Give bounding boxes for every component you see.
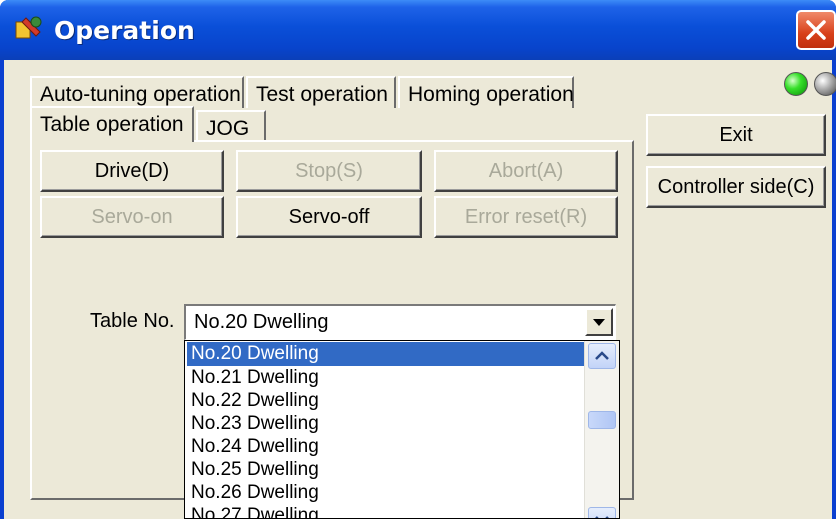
- list-item[interactable]: No.27 Dwelling: [191, 504, 581, 518]
- list-item[interactable]: No.26 Dwelling: [191, 481, 581, 505]
- tab-table-operation[interactable]: Table operation: [30, 106, 194, 142]
- tab-label: Homing operation: [408, 83, 574, 106]
- stop-button[interactable]: Stop(S): [236, 150, 422, 192]
- scroll-down-button[interactable]: [588, 507, 616, 518]
- stop-label: Stop(S): [295, 159, 363, 182]
- exit-label: Exit: [719, 123, 753, 146]
- controller-side-label: Controller side(C): [657, 175, 815, 198]
- scroll-thumb[interactable]: [588, 411, 616, 429]
- table-no-label: Table No.: [90, 310, 175, 332]
- chevron-down-icon: [593, 319, 605, 326]
- list-item[interactable]: No.22 Dwelling: [191, 389, 581, 413]
- dropdown-arrow-button[interactable]: [585, 308, 613, 336]
- title-bar[interactable]: Operation: [0, 0, 836, 60]
- close-button[interactable]: [796, 10, 836, 50]
- drive-button[interactable]: Drive(D): [40, 150, 224, 192]
- abort-button[interactable]: Abort(A): [434, 150, 618, 192]
- servo-on-button[interactable]: Servo-on: [40, 196, 224, 238]
- table-no-select[interactable]: No.20 Dwelling: [184, 304, 616, 340]
- window-title: Operation: [54, 16, 195, 45]
- chevron-down-icon: [595, 516, 609, 518]
- list-item[interactable]: No.20 Dwelling: [187, 342, 587, 366]
- servo-off-button[interactable]: Servo-off: [236, 196, 422, 238]
- tab-homing-operation[interactable]: Homing operation: [398, 76, 574, 108]
- error-reset-button[interactable]: Error reset(R): [434, 196, 618, 238]
- dropdown-scrollbar[interactable]: [584, 341, 619, 518]
- list-item[interactable]: No.23 Dwelling: [191, 412, 581, 436]
- tab-label: Auto-tuning operation: [40, 83, 241, 106]
- abort-label: Abort(A): [488, 159, 564, 182]
- list-item[interactable]: No.25 Dwelling: [191, 458, 581, 482]
- table-no-dropdown-list[interactable]: No.20 Dwelling No.21 Dwelling No.22 Dwel…: [184, 340, 620, 519]
- servo-on-label: Servo-on: [91, 205, 173, 228]
- list-item[interactable]: No.21 Dwelling: [191, 366, 581, 390]
- controller-side-button[interactable]: Controller side(C): [646, 166, 826, 208]
- drive-label: Drive(D): [94, 159, 170, 182]
- tab-label: Table operation: [40, 113, 184, 136]
- status-led-gray: [814, 72, 836, 96]
- servo-off-label: Servo-off: [288, 205, 370, 228]
- tab-label: Test operation: [256, 83, 388, 106]
- scroll-up-button[interactable]: [588, 343, 616, 369]
- operation-window: Operation Auto-tuning operation Test ope…: [0, 0, 836, 519]
- status-led-green: [784, 72, 808, 96]
- tab-test-operation[interactable]: Test operation: [246, 76, 396, 108]
- error-reset-label: Error reset(R): [464, 205, 588, 228]
- chevron-up-icon: [595, 351, 609, 360]
- table-no-value: No.20 Dwelling: [194, 311, 329, 333]
- app-tools-icon: [14, 14, 44, 44]
- list-item[interactable]: No.24 Dwelling: [191, 435, 581, 459]
- close-icon: [806, 20, 826, 40]
- exit-button[interactable]: Exit: [646, 114, 826, 156]
- tab-jog[interactable]: JOG: [196, 110, 266, 142]
- tab-auto-tuning[interactable]: Auto-tuning operation: [30, 76, 244, 108]
- tab-label: JOG: [206, 117, 250, 140]
